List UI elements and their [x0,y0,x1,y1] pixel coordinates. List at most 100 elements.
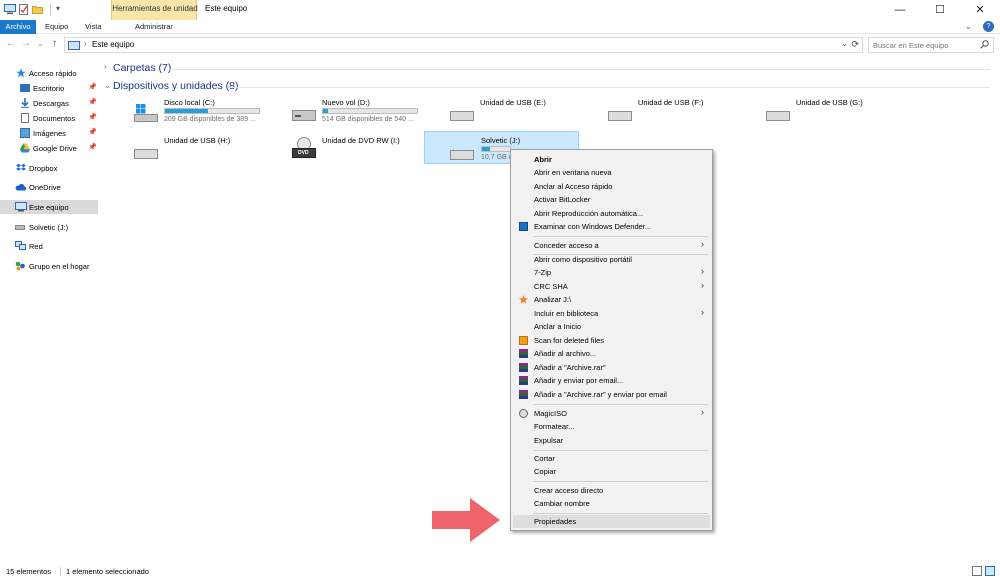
windows-drive-icon [134,104,158,122]
sidebar-item-descargas[interactable]: Descargas 📌 [0,96,98,110]
drive-tile-i[interactable]: DVD Unidad de DVD RW (I:) [282,133,437,166]
drive-name: Unidad de USB (F:) [638,98,704,107]
menu-item-conceder-acceso[interactable]: Conceder acceso a › [513,239,710,252]
tiles-view-icon[interactable] [985,566,995,576]
drive-tile-d[interactable]: Nuevo vol (D:) 514 GB disponibles de 540… [282,95,437,128]
group-header-dispositivos[interactable]: Dispositivos y unidades (8) [113,80,238,92]
menu-item-crc-sha[interactable]: CRC SHA › [513,280,710,293]
group-header-carpetas[interactable]: Carpetas (7) [113,62,171,74]
menu-item-anclar-acceso-rapido[interactable]: Anclar al Acceso rápido [513,180,710,193]
chevron-down-icon[interactable]: ⌄ [841,39,848,48]
menu-item-anclar-inicio[interactable]: Anclar a Inicio [513,320,710,333]
tab-archivo[interactable]: Archivo [0,20,36,34]
menu-item-scan-deleted[interactable]: Scan for deleted files [513,334,710,347]
menu-item-label: Conceder acceso a [534,241,599,250]
document-icon [21,113,29,123]
drive-tile-e[interactable]: Unidad de USB (E:) [440,95,595,128]
menu-item-expulsar[interactable]: Expulsar [513,434,710,447]
sidebar-item-onedrive[interactable]: OneDrive [0,180,98,194]
menu-item-anadir-rar-email[interactable]: Añadir a "Archive.rar" y enviar por emai… [513,388,710,401]
help-icon[interactable]: ? [983,21,994,32]
sidebar-item-documentos[interactable]: Documentos 📌 [0,111,98,125]
drive-name: Unidad de USB (H:) [164,136,231,145]
back-button[interactable]: ← [6,38,16,49]
drive-name: Disco local (C:) [164,98,215,107]
address-bar[interactable]: › Este equipo ⌄ ⟳ [64,37,863,53]
sidebar-item-imagenes[interactable]: Imágenes 📌 [0,126,98,140]
recent-locations-button[interactable]: ⌄ [37,39,44,48]
menu-item-anadir-archive-rar[interactable]: Añadir a "Archive.rar" [513,361,710,374]
menu-item-abrir[interactable]: Abrir [513,153,710,166]
tab-equipo[interactable]: Equipo [40,20,73,34]
customize-toolbar-icon[interactable]: ▾ [56,4,60,13]
drive-tile-f[interactable]: Unidad de USB (F:) [598,95,753,128]
menu-item-anadir-enviar-email[interactable]: Añadir y enviar por email... [513,374,710,387]
pin-icon[interactable]: 📌 [88,98,97,106]
drive-tile-h[interactable]: Unidad de USB (H:) [124,133,279,166]
menu-item-propiedades[interactable]: Propiedades [513,515,710,528]
details-view-icon[interactable] [972,566,982,576]
forward-button[interactable]: → [21,38,31,49]
menu-item-cambiar-nombre[interactable]: Cambiar nombre [513,497,710,510]
sidebar-item-acceso-rapido[interactable]: Acceso rápido [0,66,98,80]
refresh-icon[interactable]: ⟳ [851,39,859,50]
menu-item-formatear[interactable]: Formatear... [513,420,710,433]
drive-tile-g[interactable]: Unidad de USB (G:) [756,95,911,128]
menu-item-label: Formatear... [534,422,575,431]
pin-icon[interactable]: 📌 [88,113,97,121]
sidebar-item-solvetic[interactable]: Solvetic (J:) [0,220,98,234]
navigation-pane: Acceso rápido Escritorio 📌 Descargas 📌 D… [0,58,100,563]
menu-separator [533,481,708,482]
homegroup-icon [15,261,25,271]
maximize-button[interactable]: ☐ [920,0,960,20]
drive-usage-bar [164,108,260,114]
menu-item-windows-defender[interactable]: Examinar con Windows Defender... [513,220,710,233]
menu-item-reproduccion-automatica[interactable]: Abrir Reproducción automática... [513,207,710,220]
menu-item-analizar[interactable]: Analizar J:\ [513,293,710,306]
search-input[interactable]: Buscar en Este equipo [868,37,994,53]
menu-item-dispositivo-portatil[interactable]: Abrir como dispositivo portátil [513,253,710,266]
drive-tile-c[interactable]: Disco local (C:) 209 GB disponibles de 3… [124,95,279,128]
minimize-button[interactable]: — [880,0,920,20]
menu-item-abrir-ventana-nueva[interactable]: Abrir en ventana nueva [513,166,710,179]
menu-item-magiciso[interactable]: MagicISO › [513,407,710,420]
sidebar-item-google-drive[interactable]: Google Drive 📌 [0,141,98,155]
close-button[interactable]: ✕ [960,0,1000,20]
menu-item-crear-acceso-directo[interactable]: Crear acceso directo [513,484,710,497]
collapse-chevron-icon[interactable]: › [104,62,107,71]
drive-name: Unidad de USB (E:) [480,98,546,107]
expand-chevron-icon[interactable]: ⌄ [104,81,111,90]
menu-item-incluir-biblioteca[interactable]: Incluir en biblioteca › [513,307,710,320]
pin-icon[interactable]: 📌 [88,143,97,151]
sidebar-item-red[interactable]: Red [0,239,98,253]
menu-separator [533,404,708,405]
computer-icon [68,41,80,50]
sidebar-item-label: Imágenes [33,129,66,138]
menu-item-label: Abrir Reproducción automática... [534,209,644,218]
tab-administrar[interactable]: Administrar [130,20,178,34]
sidebar-item-dropbox[interactable]: Dropbox [0,161,98,175]
network-icon [15,241,26,251]
menu-item-cortar[interactable]: Cortar [513,452,710,465]
sidebar-item-este-equipo[interactable]: Este equipo [0,200,98,214]
breadcrumb[interactable]: Este equipo [92,40,134,49]
menu-item-label: Anclar a Inicio [534,322,582,331]
winrar-icon [519,376,528,385]
sidebar-item-grupo-hogar[interactable]: Grupo en el hogar [0,259,98,273]
up-button[interactable]: ↑ [52,38,57,49]
tab-vista[interactable]: Vista [80,20,107,34]
computer-icon[interactable] [4,4,16,15]
properties-icon[interactable] [18,4,29,15]
expand-ribbon-icon[interactable]: ⌄ [964,21,972,32]
menu-item-activar-bitlocker[interactable]: Activar BitLocker [513,193,710,206]
menu-item-anadir-archivo[interactable]: Añadir al archivo... [513,347,710,360]
usb-drive-icon [766,104,790,121]
sidebar-item-escritorio[interactable]: Escritorio 📌 [0,81,98,95]
pin-icon[interactable]: 📌 [88,128,97,136]
new-folder-icon[interactable] [32,4,43,15]
breadcrumb-chevron-icon[interactable]: › [84,39,87,48]
pin-icon[interactable]: 📌 [88,83,97,91]
menu-item-7zip[interactable]: 7-Zip › [513,266,710,279]
google-drive-icon [20,143,30,153]
menu-item-copiar[interactable]: Copiar [513,465,710,478]
